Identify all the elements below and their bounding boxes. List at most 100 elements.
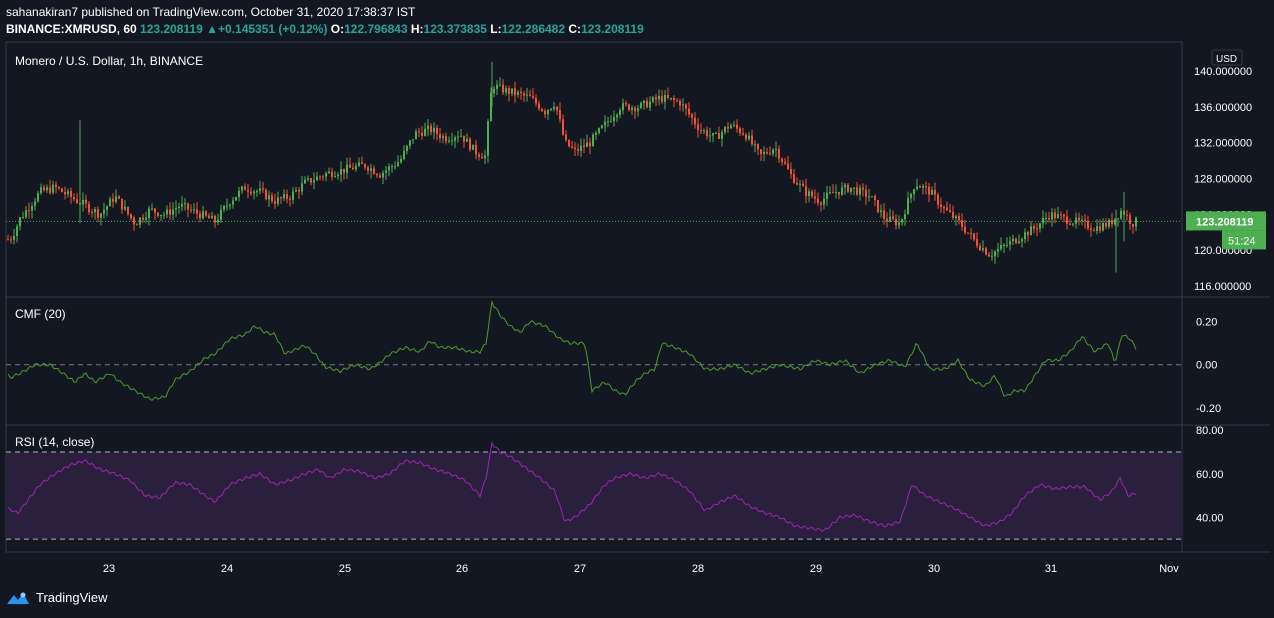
candle-body <box>1066 216 1068 224</box>
candle-body <box>475 144 477 155</box>
candle-body <box>1117 218 1119 220</box>
candle-body <box>184 203 186 205</box>
candle-body <box>1129 215 1131 225</box>
candle-body <box>40 187 42 194</box>
candle-body <box>946 207 948 211</box>
candle-body <box>514 88 516 95</box>
candle-body <box>1051 212 1053 220</box>
candle-body <box>793 174 795 183</box>
candle-body <box>1042 218 1044 224</box>
candle-body <box>313 180 315 183</box>
candle-body <box>865 189 867 197</box>
candle-body <box>625 103 627 105</box>
candle-body <box>598 128 600 133</box>
candle-body <box>322 176 324 178</box>
candle-body <box>805 186 807 197</box>
indicator-tick-label: 60.00 <box>1196 469 1224 481</box>
candle-body <box>466 138 468 142</box>
candle-body <box>1000 245 1002 250</box>
candle-body <box>517 91 519 95</box>
candle-body <box>940 204 942 208</box>
candle-body <box>685 104 687 109</box>
candle-body <box>13 236 15 240</box>
candle-body <box>373 168 375 175</box>
candle-body <box>121 198 123 210</box>
candle-body <box>1087 220 1089 229</box>
candle-body <box>709 135 711 137</box>
candle-body <box>304 179 306 184</box>
candle-body <box>631 107 633 111</box>
candle-body <box>715 132 717 134</box>
candle-body <box>67 191 69 195</box>
candle-body <box>733 124 735 126</box>
candle-body <box>271 195 273 202</box>
candle-body <box>481 156 483 159</box>
candle-body <box>952 211 954 219</box>
candle-body <box>520 91 522 94</box>
candle-body <box>493 88 495 94</box>
candle-body <box>151 208 153 210</box>
candle-body <box>283 194 285 199</box>
candle-body <box>790 169 792 175</box>
candle-body <box>862 187 864 190</box>
candle-body <box>142 217 144 220</box>
candle-body <box>676 100 678 102</box>
candle-body <box>1033 226 1035 229</box>
candle-body <box>751 135 753 145</box>
candle-body <box>103 209 105 214</box>
time-tick-label: 31 <box>1045 563 1057 575</box>
candle-body <box>553 106 555 109</box>
candle-body <box>178 206 180 209</box>
candle-body <box>307 178 309 180</box>
currency-label: USD <box>1216 54 1237 65</box>
candle-body <box>301 183 303 192</box>
candle-body <box>502 84 504 93</box>
price-chart[interactable]: 140.000000 136.000000 132.000000 128.000000… <box>0 0 1274 618</box>
candle-body <box>364 164 366 168</box>
candle-body <box>94 209 96 213</box>
candle-body <box>727 126 729 129</box>
candle-body <box>436 127 438 135</box>
candle-body <box>349 164 351 168</box>
candle-body <box>1054 212 1056 219</box>
candle-body <box>982 248 984 251</box>
candle-body <box>214 215 216 223</box>
candle-body <box>1060 214 1062 216</box>
price-tick-label: 116.000000 <box>1194 281 1251 293</box>
candle-body <box>439 134 441 139</box>
candle-body <box>1135 217 1137 227</box>
candle-body <box>379 175 381 178</box>
time-tick-label: 30 <box>928 563 940 575</box>
candle-body <box>667 95 669 98</box>
candle-body <box>1072 223 1074 225</box>
candle-body <box>52 184 54 193</box>
candle-body <box>511 88 513 94</box>
tradingview-brand[interactable]: TradingView <box>6 590 108 605</box>
candle-body <box>130 213 132 219</box>
candle-body <box>826 192 828 199</box>
time-tick-label: Nov <box>1159 563 1179 575</box>
candle-body <box>109 198 111 207</box>
indicator-tick-label: 0.20 <box>1196 317 1217 329</box>
candle-body <box>1006 244 1008 246</box>
candle-body <box>949 210 951 212</box>
indicator-tick-label: -0.20 <box>1196 403 1221 415</box>
candle-body <box>619 110 621 115</box>
candle-body <box>766 152 768 154</box>
candle-body <box>916 186 918 190</box>
candle-body <box>376 174 378 176</box>
time-tick-label: 25 <box>339 563 351 575</box>
candle-body <box>664 95 666 102</box>
candle-body <box>166 209 168 215</box>
last-price-label: 123.208119 <box>1196 216 1254 228</box>
candle-body <box>1069 223 1071 225</box>
candle-body <box>784 161 786 164</box>
candle-body <box>1021 239 1023 242</box>
candle-body <box>964 226 966 233</box>
price-tick-label: 136.000000 <box>1194 102 1252 114</box>
price-tick-label: 128.000000 <box>1194 173 1252 185</box>
candle-body <box>220 209 222 220</box>
indicator-tick-label: 0.00 <box>1196 360 1217 372</box>
candle-body <box>655 97 657 100</box>
candle-body <box>997 249 999 252</box>
